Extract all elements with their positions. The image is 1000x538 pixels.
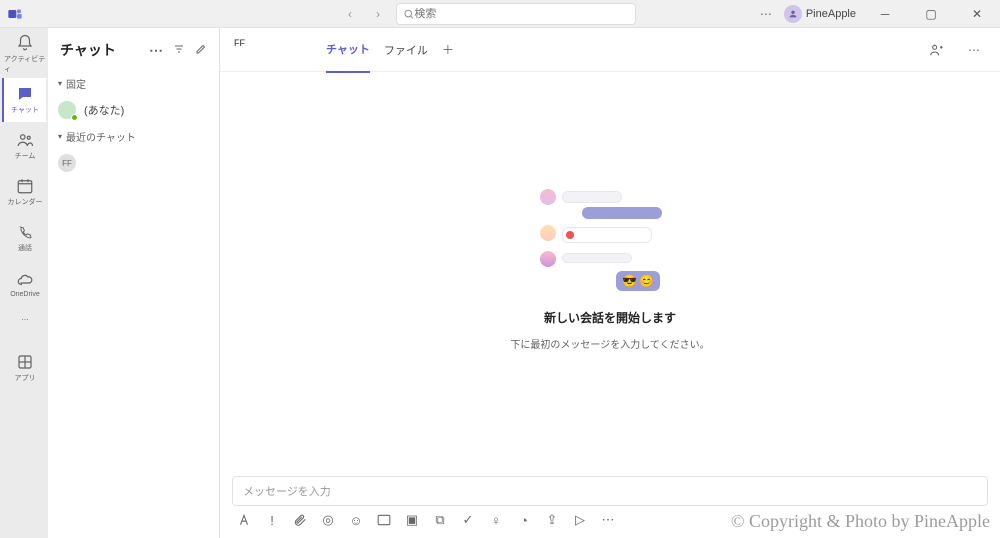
attach-icon[interactable] (292, 512, 308, 528)
nav-back-button[interactable]: ‹ (340, 4, 360, 24)
rail-calendar[interactable]: カレンダー (2, 170, 46, 214)
search-input[interactable] (414, 8, 629, 20)
actions-icon[interactable]: ⧉ (432, 512, 448, 528)
chat-list-more-icon[interactable]: ⋯ (149, 42, 163, 59)
tab-file[interactable]: ファイル (384, 28, 428, 72)
app-rail: アクティビティ チャット チーム カレンダー 通話 OneDrive ⋯ アプリ (0, 28, 48, 538)
rail-onedrive[interactable]: OneDrive (2, 262, 46, 306)
rail-label: チャット (11, 105, 39, 115)
approvals-icon[interactable]: ✓ (460, 512, 476, 528)
section-pinned[interactable]: ▾ 固定 (48, 72, 219, 95)
titlebar: ‹ › ⋯ PineApple ─ ▢ ✕ (0, 0, 1000, 28)
header-more-icon[interactable]: ⋯ (962, 38, 986, 62)
presence-available-icon (71, 114, 78, 121)
message-placeholder: メッセージを入力 (243, 483, 331, 499)
user-avatar-icon (784, 5, 802, 23)
calendar-icon (16, 177, 34, 195)
empty-state: 😎😊 新しい会話を開始します 下に最初のメッセージを入力してください。 (220, 72, 1000, 468)
rail-label: アプリ (15, 373, 36, 383)
rail-label: OneDrive (10, 291, 40, 298)
format-icon[interactable] (236, 512, 252, 528)
viva-icon[interactable]: ♀ (488, 512, 504, 528)
empty-subtitle: 下に最初のメッセージを入力してください。 (510, 336, 709, 351)
nav-forward-button[interactable]: › (368, 4, 388, 24)
message-input[interactable]: メッセージを入力 (232, 476, 988, 506)
compose-toolbar: ! ◎ ☺ ▣ ⧉ ✓ ♀ ◔ ⇪ ▷ ⋯ (232, 506, 988, 534)
chat-header: FF チャット ファイル ＋ ⋯ (220, 28, 1000, 72)
compose-area: メッセージを入力 ! ◎ ☺ ▣ ⧉ ✓ ♀ ◔ ⇪ ▷ ⋯ (220, 468, 1000, 538)
rail-calls[interactable]: 通話 (2, 216, 46, 260)
add-people-icon[interactable] (924, 38, 948, 62)
contact-avatar-icon: FF (58, 154, 76, 172)
sticker-icon[interactable]: ▣ (404, 512, 420, 528)
close-button[interactable]: ✕ (960, 0, 994, 28)
rail-chat[interactable]: チャット (2, 78, 46, 122)
search-icon (403, 8, 414, 20)
share-icon[interactable]: ⇪ (544, 512, 560, 528)
chat-list-panel: チャット ⋯ ▾ 固定 (あなた) ▾ 最近のチャット FF (48, 28, 220, 538)
phone-icon (16, 223, 34, 241)
rail-label: カレンダー (8, 197, 43, 207)
chat-item-label: (あなた) (84, 102, 124, 118)
chat-list-title: チャット (60, 40, 116, 60)
compose-more-icon[interactable]: ⋯ (600, 512, 616, 528)
titlebar-more-icon[interactable]: ⋯ (760, 7, 772, 21)
tab-chat[interactable]: チャット (326, 27, 370, 73)
ellipsis-icon: ⋯ (22, 316, 29, 324)
empty-title: 新しい会話を開始します (544, 309, 676, 326)
schedule-icon[interactable]: ▷ (572, 512, 588, 528)
section-label: 固定 (66, 76, 86, 91)
apps-icon (16, 353, 34, 371)
chat-header-avatar: FF (234, 38, 258, 62)
bell-icon (16, 34, 34, 52)
minimize-button[interactable]: ─ (868, 0, 902, 28)
chat-item-self[interactable]: (あなた) (48, 95, 219, 125)
stream-icon[interactable]: ◔ (516, 512, 532, 528)
filter-icon[interactable] (173, 42, 185, 59)
section-label: 最近のチャット (66, 129, 136, 144)
gif-icon[interactable] (376, 512, 392, 528)
rail-apps[interactable]: アプリ (2, 346, 46, 390)
rail-label: チーム (15, 151, 36, 161)
rail-teams[interactable]: チーム (2, 124, 46, 168)
new-chat-icon[interactable] (195, 42, 207, 59)
self-avatar-icon (58, 101, 76, 119)
username-label: PineApple (806, 8, 856, 20)
rail-activity[interactable]: アクティビティ (2, 32, 46, 76)
people-icon (16, 131, 34, 149)
caret-down-icon: ▾ (58, 132, 62, 141)
priority-icon[interactable]: ! (264, 512, 280, 528)
user-profile-button[interactable]: PineApple (784, 5, 856, 23)
chat-item-recent[interactable]: FF (48, 148, 219, 178)
rail-more[interactable]: ⋯ (2, 308, 46, 332)
emoji-icon[interactable]: ☺ (348, 512, 364, 528)
chat-main: FF チャット ファイル ＋ ⋯ 😎😊 新し (220, 28, 1000, 538)
rail-label: アクティビティ (4, 54, 46, 74)
loop-icon[interactable]: ◎ (320, 512, 336, 528)
teams-app-icon (0, 6, 30, 22)
add-tab-button[interactable]: ＋ (442, 41, 454, 58)
search-box[interactable] (396, 3, 636, 25)
empty-illustration: 😎😊 (540, 189, 680, 299)
maximize-button[interactable]: ▢ (914, 0, 948, 28)
section-recent[interactable]: ▾ 最近のチャット (48, 125, 219, 148)
caret-down-icon: ▾ (58, 79, 62, 88)
chat-icon (16, 85, 34, 103)
cloud-icon (16, 271, 34, 289)
rail-label: 通話 (18, 243, 32, 253)
